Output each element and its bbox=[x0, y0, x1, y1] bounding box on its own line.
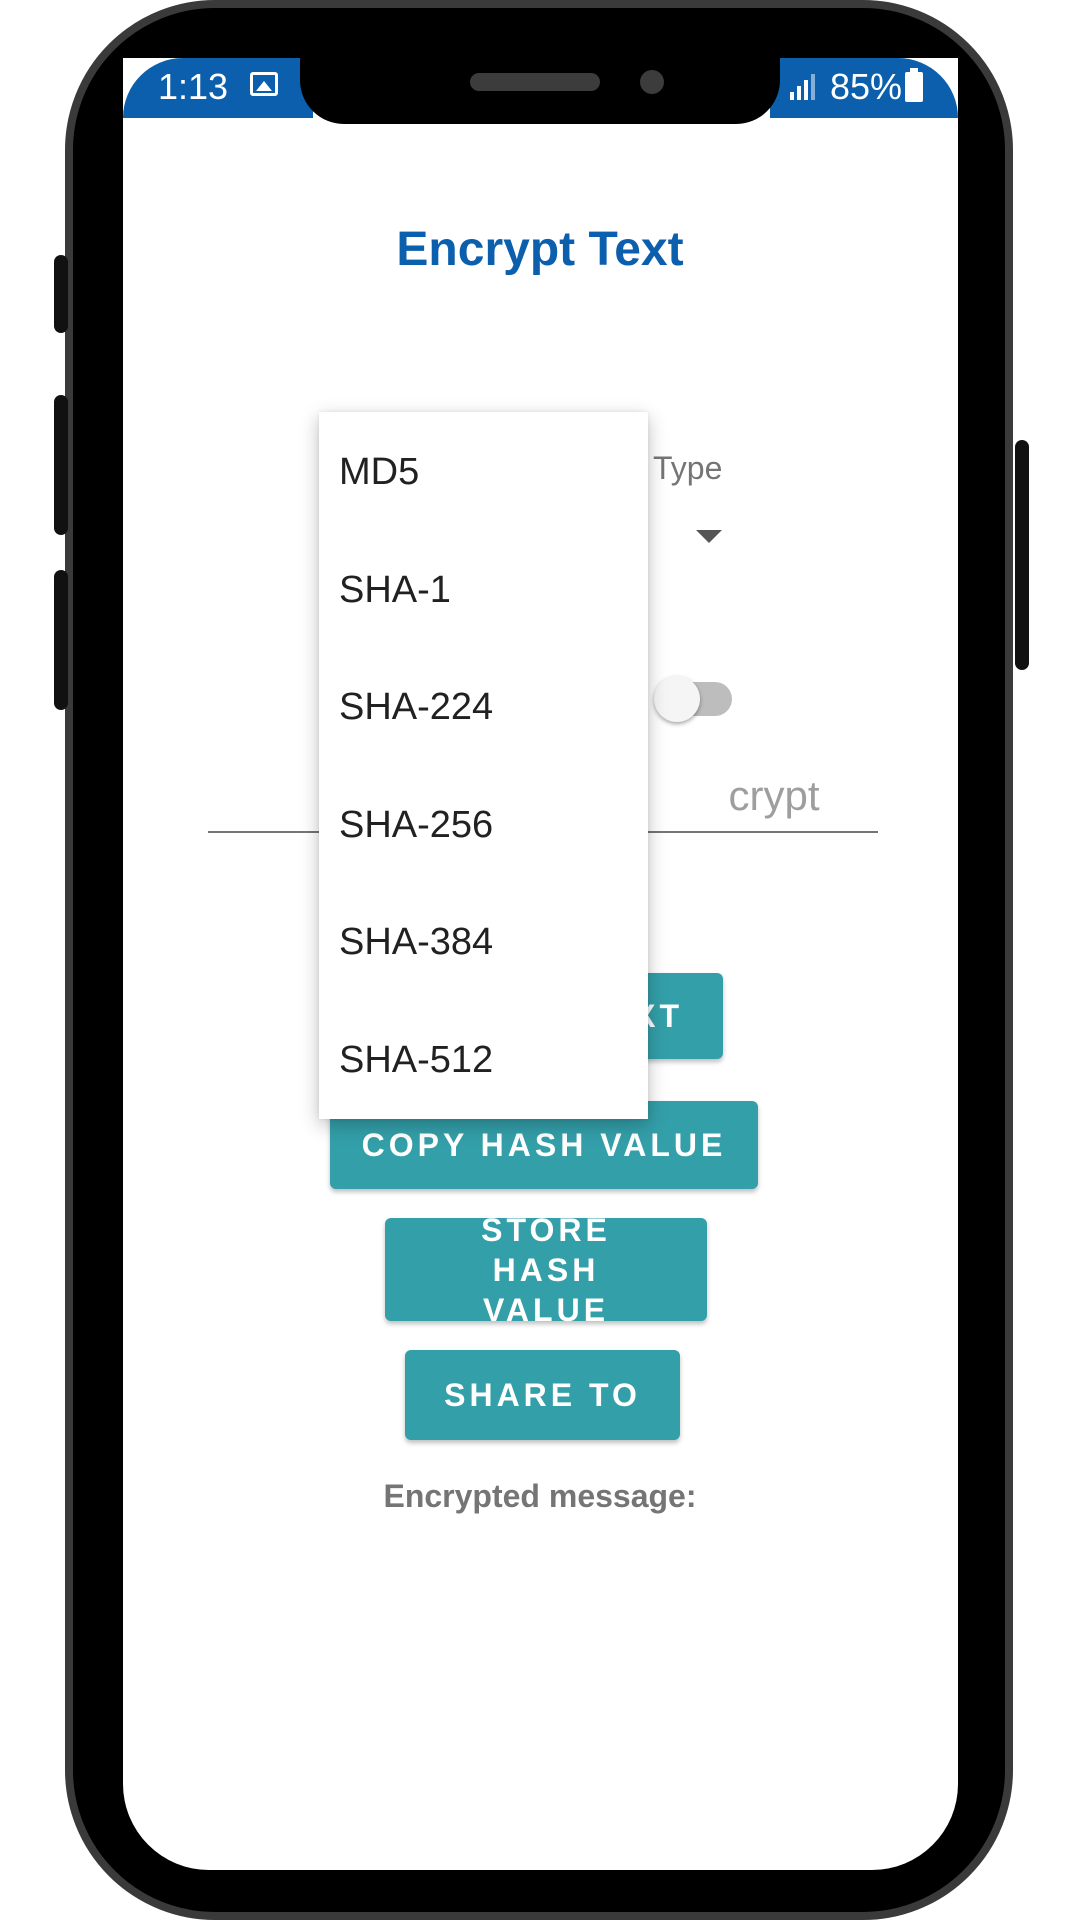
image-notification-icon bbox=[250, 72, 278, 96]
store-hash-label: STORE HASH VALUE bbox=[481, 1211, 611, 1328]
battery-percent: 85% bbox=[830, 66, 903, 107]
encrypted-message-label: Encrypted message: bbox=[383, 1478, 697, 1514]
menu-item-sha1[interactable]: SHA-1 bbox=[339, 560, 451, 620]
share-button[interactable]: SHARE TO bbox=[405, 1350, 680, 1440]
store-hash-button[interactable]: STORE HASH VALUE bbox=[385, 1212, 707, 1328]
bixby-button bbox=[54, 570, 68, 710]
copy-hash-label: COPY HASH VALUE bbox=[361, 1127, 727, 1163]
share-label: SHARE TO bbox=[444, 1377, 641, 1413]
power-button bbox=[1015, 440, 1029, 670]
speaker-grille bbox=[470, 73, 600, 91]
signal-icon bbox=[790, 74, 816, 100]
menu-item-sha224[interactable]: SHA-224 bbox=[339, 677, 493, 737]
battery-icon bbox=[905, 68, 923, 102]
toggle-thumb[interactable] bbox=[654, 676, 700, 722]
volume-down-button bbox=[54, 395, 68, 535]
chevron-down-icon[interactable] bbox=[696, 530, 722, 543]
input-hint-text: crypt bbox=[728, 772, 820, 819]
menu-item-sha256[interactable]: SHA-256 bbox=[339, 795, 493, 855]
page-title: Encrypt Text bbox=[396, 223, 684, 276]
hash-type-label: Type bbox=[653, 450, 723, 486]
menu-item-sha384[interactable]: SHA-384 bbox=[339, 912, 493, 972]
menu-item-md5[interactable]: MD5 bbox=[339, 442, 419, 502]
hash-type-dropdown-menu: MD5 SHA-1 SHA-224 SHA-256 SHA-384 SHA-51… bbox=[319, 412, 648, 1119]
status-time: 1:13 bbox=[158, 66, 229, 107]
front-camera bbox=[640, 70, 664, 94]
menu-item-sha512[interactable]: SHA-512 bbox=[339, 1030, 493, 1090]
